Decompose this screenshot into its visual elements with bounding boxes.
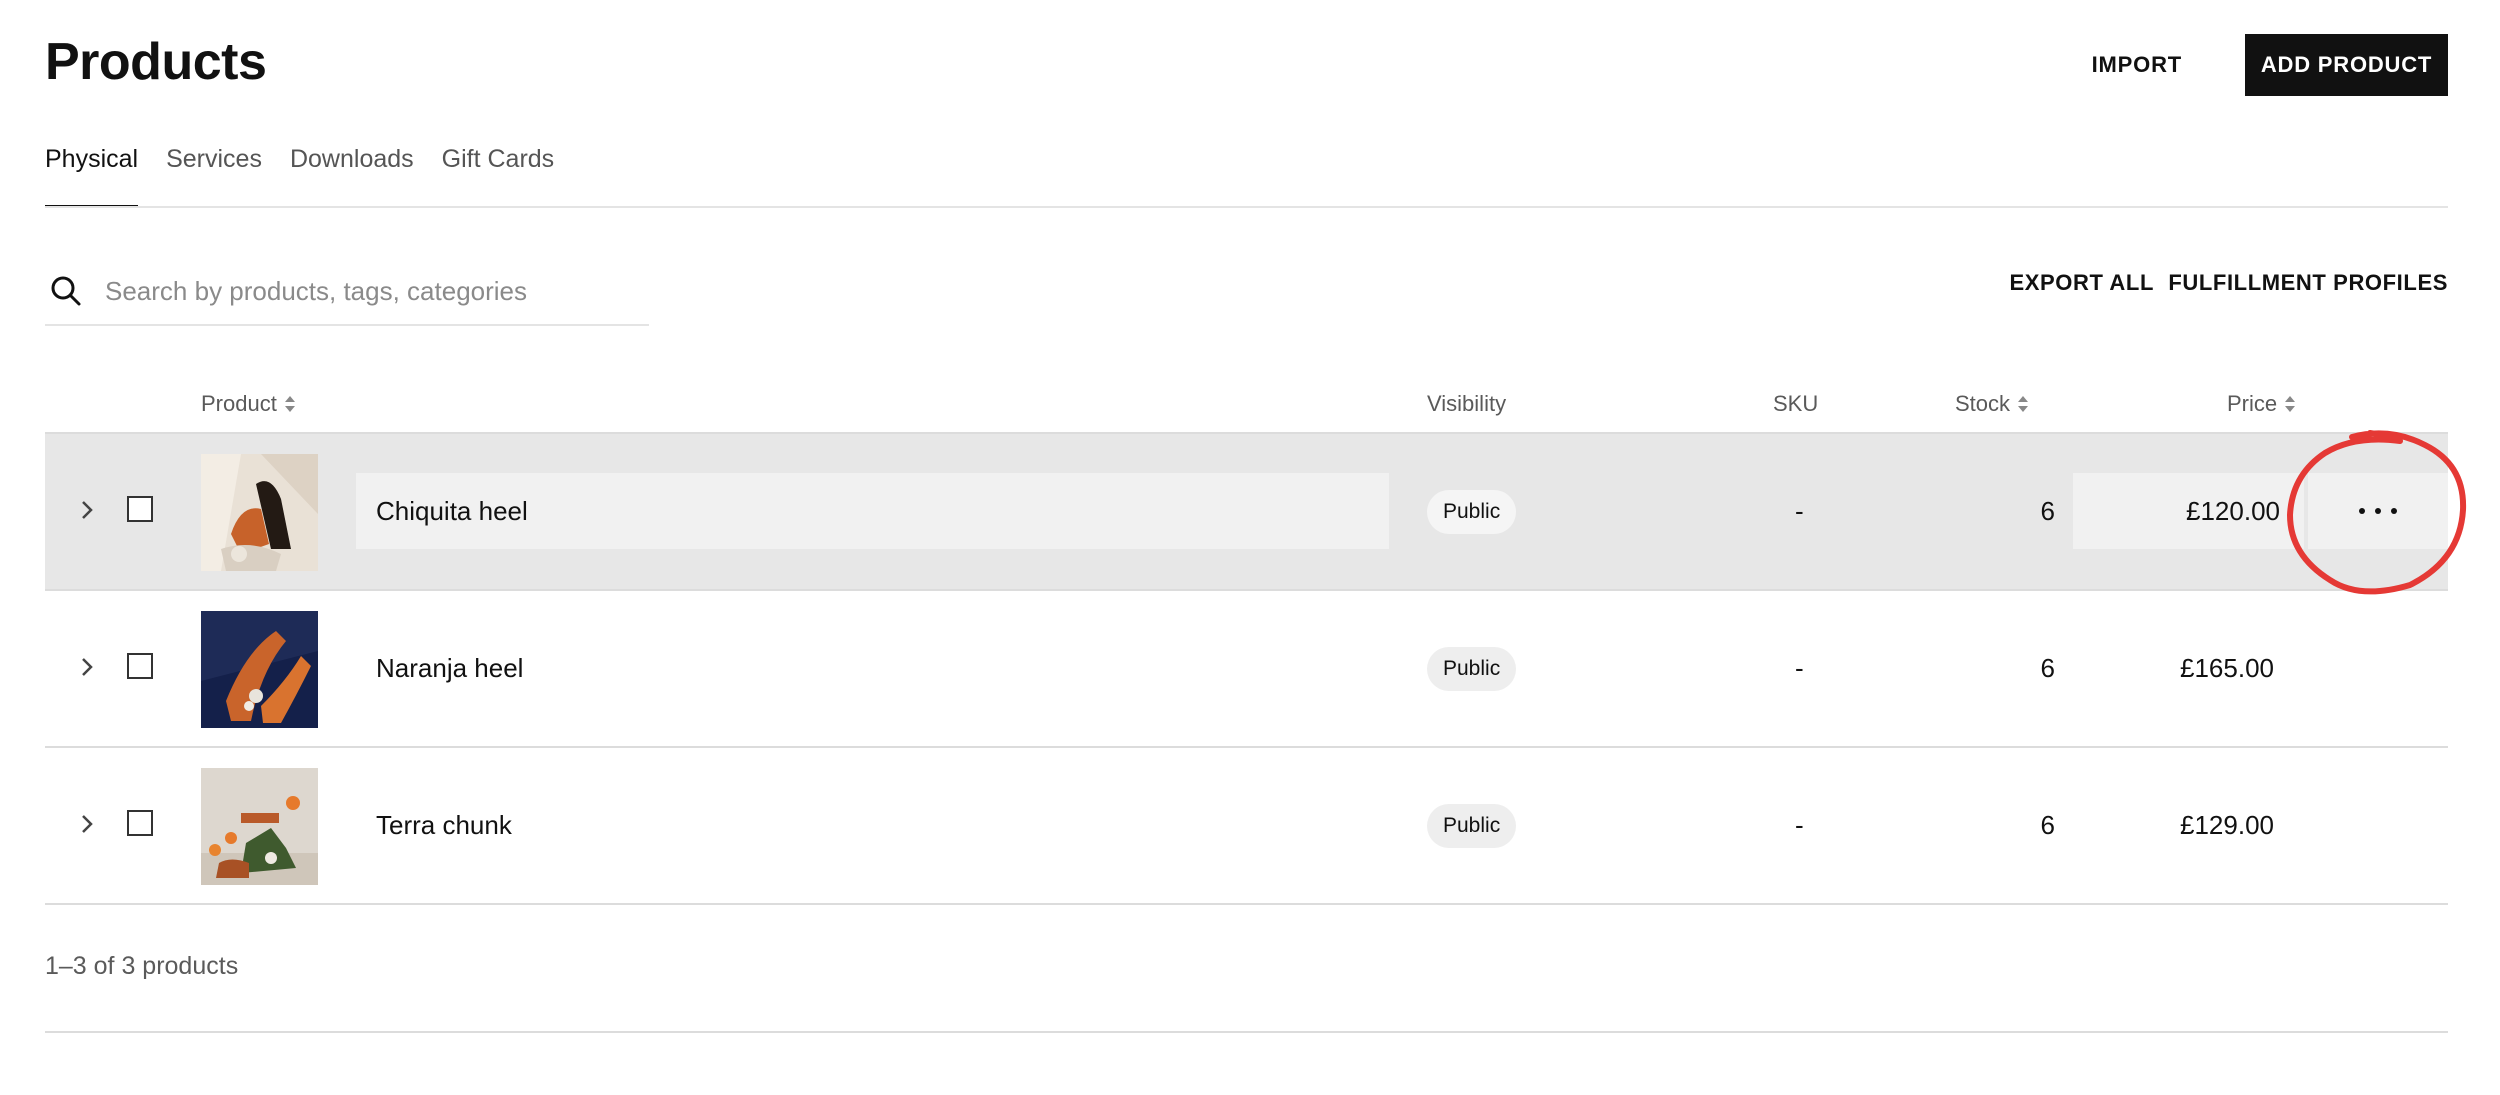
column-label-visibility: Visibility [1427, 391, 1507, 416]
column-label-price: Price [2227, 391, 2278, 416]
price-value[interactable]: £165.00 [2073, 630, 2304, 706]
import-button[interactable]: IMPORT [2066, 34, 2208, 96]
product-name[interactable]: Naranja heel [356, 630, 1389, 706]
column-header-visibility: Visibility [1427, 391, 1506, 417]
row-checkbox[interactable] [127, 653, 153, 679]
more-options-icon [2375, 508, 2381, 514]
column-header-price[interactable]: Price [2227, 391, 2297, 417]
price-value[interactable]: £120.00 [2073, 473, 2304, 549]
products-page: Products IMPORT ADD PRODUCT Physical Ser… [45, 0, 2448, 1095]
product-thumbnail [201, 611, 318, 728]
search-input[interactable] [103, 274, 647, 308]
chevron-right-icon[interactable] [75, 494, 99, 526]
product-thumbnail [201, 454, 318, 571]
visibility-badge: Public [1427, 490, 1517, 534]
visibility-badge: Public [1427, 804, 1517, 848]
table-row[interactable]: Chiquita heel Public - 6 £120.00 [45, 434, 2448, 591]
tab-services[interactable]: Services [166, 144, 262, 208]
search-icon [51, 276, 81, 306]
tab-gift-cards[interactable]: Gift Cards [442, 144, 555, 208]
pagination-summary: 1–3 of 3 products [45, 952, 239, 980]
sku-value: - [1795, 653, 1804, 683]
search-bar [45, 258, 649, 326]
product-thumbnail [201, 768, 318, 885]
page-title: Products [45, 33, 267, 91]
add-product-button[interactable]: ADD PRODUCT [2245, 34, 2448, 96]
chevron-right-icon[interactable] [75, 651, 99, 683]
sort-icon[interactable] [2283, 394, 2297, 414]
column-label-product: Product [201, 391, 277, 416]
tabs-divider [45, 206, 2448, 208]
stock-value: 6 [2040, 653, 2055, 683]
more-options-button[interactable] [2308, 473, 2448, 549]
sort-icon[interactable] [2016, 394, 2030, 414]
chevron-right-icon[interactable] [75, 808, 99, 840]
tab-physical[interactable]: Physical [45, 144, 139, 208]
visibility-badge: Public [1427, 647, 1517, 691]
column-header-stock[interactable]: Stock [1955, 391, 2030, 417]
row-checkbox[interactable] [127, 810, 153, 836]
export-all-link[interactable]: EXPORT ALL [2009, 270, 2154, 296]
product-name[interactable]: Chiquita heel [356, 473, 1389, 549]
sku-value: - [1795, 810, 1804, 840]
tab-downloads[interactable]: Downloads [290, 144, 414, 208]
price-value[interactable]: £129.00 [2073, 787, 2304, 863]
bottom-divider [45, 1031, 2448, 1033]
row-checkbox[interactable] [127, 496, 153, 522]
stock-value: 6 [2040, 496, 2055, 526]
product-type-tabs: Physical Services Downloads Gift Cards [45, 144, 554, 208]
sku-value: - [1795, 496, 1804, 526]
more-options-icon [2391, 508, 2397, 514]
table-row[interactable]: Terra chunk Public - 6 £129.00 [45, 748, 2448, 905]
table-row[interactable]: Naranja heel Public - 6 £165.00 [45, 591, 2448, 748]
table-header: Product Visibility SKU Stock Price [45, 385, 2448, 434]
fulfillment-profiles-link[interactable]: FULFILLMENT PROFILES [2168, 270, 2448, 296]
column-label-stock: Stock [1955, 391, 2011, 416]
stock-value: 6 [2040, 810, 2055, 840]
column-header-product[interactable]: Product [201, 391, 297, 417]
column-header-sku: SKU [1773, 391, 1818, 417]
column-label-sku: SKU [1773, 391, 1819, 416]
more-options-icon [2359, 508, 2365, 514]
product-name[interactable]: Terra chunk [356, 787, 1389, 863]
sort-icon[interactable] [283, 394, 297, 414]
